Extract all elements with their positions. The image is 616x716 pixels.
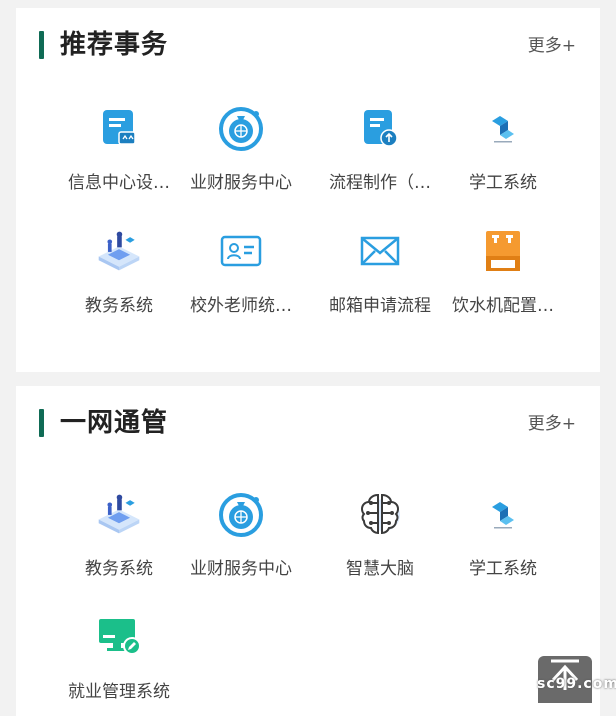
recommended-card: 推荐事务 更多+ 信息中心设… 业财服务中心 流程制作（… 学工系统 教务系统 … [16, 8, 600, 372]
section-title: 推荐事务 [60, 30, 169, 60]
brain-circuit-icon [356, 490, 404, 538]
section-header: 一网通管 更多+ [16, 404, 600, 444]
app-item-employment[interactable]: 就业管理系统 [46, 613, 192, 703]
more-link[interactable]: 更多+ [528, 412, 576, 436]
section-header: 推荐事务 更多+ [16, 26, 600, 66]
app-item-water-dispenser[interactable]: 饮水机配置… [430, 227, 576, 317]
document-upload-icon [356, 104, 404, 152]
app-item-finance-center[interactable]: 业财服务中心 [168, 490, 314, 580]
isometric-people-icon [95, 227, 143, 275]
app-item-student-affairs[interactable]: 学工系统 [430, 104, 576, 194]
isometric-people-icon [95, 490, 143, 538]
app-label: 饮水机配置… [452, 296, 554, 316]
document-tag-icon [95, 104, 143, 152]
money-bag-globe-icon [217, 490, 265, 538]
envelope-icon [356, 227, 404, 275]
money-bag-globe-icon [217, 104, 265, 152]
section-title: 一网通管 [60, 408, 169, 438]
app-label: 校外老师统… [190, 296, 292, 316]
unified-management-card: 一网通管 更多+ 教务系统 业财服务中心 智慧大脑 学工系统 就业管理系统 [16, 386, 600, 716]
app-label: 学工系统 [469, 173, 537, 193]
app-item-student-affairs[interactable]: 学工系统 [430, 490, 576, 580]
id-card-icon [217, 227, 265, 275]
cube-logo-icon [479, 104, 527, 152]
app-label: 学工系统 [469, 559, 537, 579]
watermark: sc99.com [537, 676, 616, 692]
monitor-edit-icon [95, 613, 143, 661]
app-item-external-teacher[interactable]: 校外老师统… [168, 227, 314, 317]
more-link[interactable]: 更多+ [528, 34, 576, 58]
app-label: 就业管理系统 [68, 682, 170, 702]
cube-logo-icon [479, 490, 527, 538]
app-item-finance-center[interactable]: 业财服务中心 [168, 104, 314, 194]
title-accent-bar [39, 409, 44, 437]
app-label: 业财服务中心 [190, 173, 292, 193]
app-label: 业财服务中心 [190, 559, 292, 579]
water-dispenser-icon [479, 227, 527, 275]
title-accent-bar [39, 31, 44, 59]
